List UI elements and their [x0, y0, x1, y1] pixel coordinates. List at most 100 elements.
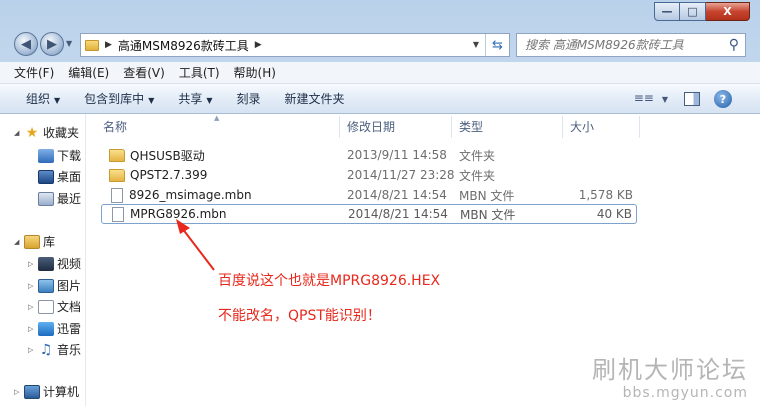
- sidebar-item-libraries[interactable]: ◢ 库: [14, 233, 55, 250]
- sidebar-item-label: 迅雷: [57, 322, 82, 336]
- recent-places-icon: [38, 191, 54, 206]
- burn-button[interactable]: 刻录: [237, 90, 261, 107]
- address-dropdown-icon[interactable]: ▼: [473, 40, 479, 49]
- include-label: 包含到库中: [84, 92, 145, 106]
- breadcrumb-current-folder[interactable]: 高通MSM8926款砖工具: [118, 37, 249, 54]
- caption-buttons: — □ X: [654, 2, 750, 22]
- search-input[interactable]: [525, 38, 720, 52]
- menu-file[interactable]: 文件(F): [14, 64, 54, 81]
- sidebar-item-label: 计算机: [43, 385, 80, 399]
- sidebar-item-label: 库: [43, 235, 56, 249]
- address-bar[interactable]: ▶ 高通MSM8926款砖工具 ▶ ▼ ⇆: [80, 33, 510, 57]
- menu-tools[interactable]: 工具(T): [179, 64, 220, 81]
- file-row[interactable]: QHSUSB驱动 2013/9/11 14:58 文件夹: [101, 145, 637, 165]
- watermark: 刷机大师论坛 bbs.mgyun.com: [592, 350, 748, 401]
- pictures-icon: [38, 278, 54, 293]
- sidebar-item-recent[interactable]: 最近: [38, 190, 81, 207]
- sidebar-item-documents[interactable]: ▷ 文档: [28, 298, 81, 315]
- file-date: 2014/8/21 14:54: [348, 207, 448, 221]
- close-button[interactable]: X: [706, 2, 750, 21]
- sidebar-item-desktop[interactable]: 桌面: [38, 168, 81, 185]
- menu-edit[interactable]: 编辑(E): [68, 64, 109, 81]
- refresh-icon[interactable]: ⇆: [485, 34, 509, 56]
- column-header-date[interactable]: 修改日期: [347, 118, 395, 136]
- folder-icon: [109, 168, 125, 182]
- column-header-type[interactable]: 类型: [459, 118, 483, 136]
- collapse-arrow-icon[interactable]: ▷: [28, 346, 38, 354]
- help-icon[interactable]: ?: [714, 90, 732, 108]
- sidebar-item-label: 视频: [57, 257, 82, 271]
- expand-arrow-icon[interactable]: ◢: [14, 129, 24, 137]
- file-name-cell: 8926_msimage.mbn: [109, 187, 252, 203]
- column-header-size[interactable]: 大小: [570, 118, 594, 136]
- file-row[interactable]: QPST2.7.399 2014/11/27 23:28 文件夹: [101, 165, 637, 185]
- collapse-arrow-icon[interactable]: ▷: [14, 388, 24, 396]
- annotation-note-line2: 不能改名，QPST能识别！: [218, 308, 381, 324]
- search-icon[interactable]: ⚲: [729, 37, 739, 53]
- collapse-arrow-icon[interactable]: ▷: [28, 325, 38, 333]
- file-name: QPST2.7.399: [130, 168, 208, 182]
- sidebar-item-computer[interactable]: ▷ 计算机: [14, 383, 79, 400]
- new-folder-button[interactable]: 新建文件夹: [285, 90, 345, 107]
- sidebar-item-favorites[interactable]: ◢ ★ 收藏夹: [14, 124, 79, 141]
- file-type: 文件夹: [459, 148, 496, 163]
- menu-help[interactable]: 帮助(H): [234, 64, 276, 81]
- chevron-right-icon[interactable]: ▶: [105, 40, 112, 50]
- sidebar-item-label: 收藏夹: [43, 126, 80, 140]
- navigation-pane[interactable]: ◢ ★ 收藏夹 下载 桌面 最近 ◢ 库 ▷ 视频 ▷ 图片 ▷ 文档 ▷ 迅雷…: [0, 114, 86, 406]
- thunder-downloads-icon: [38, 321, 54, 336]
- documents-icon: [38, 299, 54, 314]
- folder-icon: [85, 39, 99, 51]
- file-type: MBN 文件: [460, 207, 516, 222]
- menu-view[interactable]: 查看(V): [123, 64, 165, 81]
- chevron-right-icon[interactable]: ▶: [255, 40, 262, 50]
- column-divider[interactable]: [451, 116, 452, 138]
- file-icon: [111, 187, 123, 203]
- sidebar-item-pictures[interactable]: ▷ 图片: [28, 277, 81, 294]
- collapse-arrow-icon[interactable]: ▷: [28, 260, 38, 268]
- column-divider[interactable]: [339, 116, 340, 138]
- search-box[interactable]: ⚲: [516, 33, 746, 57]
- sidebar-item-label: 桌面: [57, 170, 82, 184]
- file-name: 8926_msimage.mbn: [129, 188, 252, 202]
- library-icon: [24, 234, 40, 249]
- sidebar-item-downloads[interactable]: 下载: [38, 147, 81, 164]
- file-row-selected[interactable]: MPRG8926.mbn 2014/8/21 14:54 MBN 文件 40 K…: [101, 204, 637, 224]
- music-note-icon: ♫: [39, 341, 53, 358]
- explorer-window: — □ X ◀ ▶ ▼ ▶ 高通MSM8926款砖工具 ▶ ▼ ⇆ ⚲ 文件(F…: [0, 0, 760, 406]
- sidebar-item-label: 文档: [57, 300, 82, 314]
- organize-button[interactable]: 组织 ▼: [26, 90, 60, 107]
- maximize-button[interactable]: □: [680, 2, 706, 21]
- column-header-name[interactable]: 名称: [103, 118, 127, 136]
- forward-button[interactable]: ▶: [40, 32, 64, 56]
- recent-pages-dropdown-icon[interactable]: ▼: [66, 39, 72, 48]
- sidebar-item-music[interactable]: ▷ ♫ 音乐: [28, 341, 81, 358]
- column-divider[interactable]: [562, 116, 563, 138]
- annotation-note-line1: 百度说这个也就是MPRG8926.HEX: [218, 273, 441, 289]
- view-list-icon: ≡≡: [633, 91, 654, 105]
- file-date: 2014/8/21 14:54: [347, 188, 447, 202]
- preview-pane-icon[interactable]: [684, 92, 700, 106]
- minimize-button[interactable]: —: [654, 2, 680, 21]
- column-divider[interactable]: [639, 116, 640, 138]
- include-in-library-button[interactable]: 包含到库中 ▼: [84, 90, 154, 107]
- sidebar-item-thunder[interactable]: ▷ 迅雷: [28, 320, 81, 337]
- sidebar-item-label: 下载: [57, 149, 82, 163]
- collapse-arrow-icon[interactable]: ▷: [28, 282, 38, 290]
- file-icon: [112, 206, 124, 222]
- file-name-cell: QPST2.7.399: [109, 168, 207, 182]
- file-row[interactable]: 8926_msimage.mbn 2014/8/21 14:54 MBN 文件 …: [101, 185, 637, 205]
- computer-icon: [24, 384, 40, 399]
- collapse-arrow-icon[interactable]: ▷: [28, 303, 38, 311]
- file-type: 文件夹: [459, 168, 496, 183]
- watermark-title: 刷机大师论坛: [592, 356, 748, 384]
- file-date: 2014/11/27 23:28: [347, 168, 455, 182]
- change-view-button[interactable]: ≡≡ ▼: [634, 91, 668, 105]
- back-button[interactable]: ◀: [14, 32, 38, 56]
- expand-arrow-icon[interactable]: ◢: [14, 238, 24, 246]
- share-label: 共享: [178, 92, 203, 106]
- share-button[interactable]: 共享 ▼: [178, 90, 212, 107]
- sidebar-item-videos[interactable]: ▷ 视频: [28, 255, 81, 272]
- chevron-down-icon: ▼: [661, 95, 668, 104]
- organize-label: 组织: [26, 92, 51, 106]
